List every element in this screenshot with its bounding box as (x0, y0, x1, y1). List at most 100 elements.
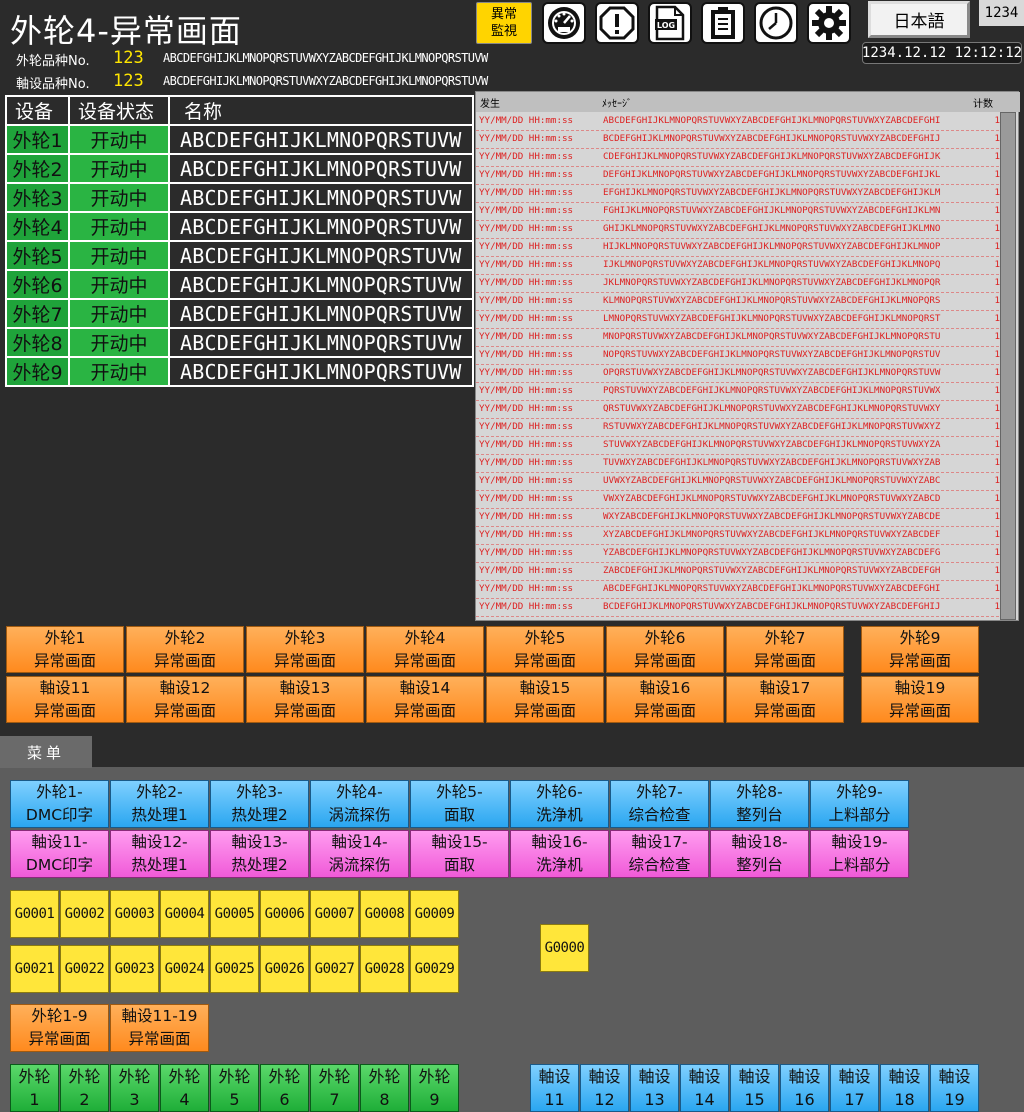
range-abnormal-button[interactable]: 外轮1-9 异常画面 (10, 1004, 109, 1052)
abnormal-screen-button[interactable]: 外轮5 异常画面 (486, 626, 604, 673)
abnormal-screen-button[interactable]: 軸设12 异常画面 (126, 676, 244, 723)
alarm-row[interactable]: YY/MM/DD HH:mm:ss XYZABCDEFGHIJKLMNOPQRST… (476, 526, 1004, 545)
alarm-row[interactable]: YY/MM/DD HH:mm:ss BCDEFGHIJKLMNOPQRSTUVWX… (476, 130, 1004, 149)
alarm-scrollbar[interactable] (1000, 112, 1016, 620)
range-abnormal-button[interactable]: 軸设11-19 异常画面 (110, 1004, 209, 1052)
alarm-row[interactable]: YY/MM/DD HH:mm:ss KLMNOPQRSTUVWXYZABCDEFG… (476, 292, 1004, 311)
abnormal-screen-button[interactable]: 軸设15 异常画面 (486, 676, 604, 723)
g-button[interactable]: G0024 (160, 945, 209, 993)
unit-button[interactable]: 外轮 8 (360, 1064, 409, 1112)
unit-button[interactable]: 外轮 2 (60, 1064, 109, 1112)
g-button[interactable]: G0026 (260, 945, 309, 993)
process-button[interactable]: 外轮4- 涡流探伤 (310, 780, 409, 828)
abnormal-screen-button[interactable]: 外轮6 异常画面 (606, 626, 724, 673)
unit-button[interactable]: 外轮 3 (110, 1064, 159, 1112)
g-button[interactable]: G0025 (210, 945, 259, 993)
unit-button[interactable]: 軸设 19 (930, 1064, 979, 1112)
device-cell[interactable]: 外轮9 (5, 356, 70, 387)
unit-button[interactable]: 外轮 6 (260, 1064, 309, 1112)
g-button[interactable]: G0001 (10, 890, 59, 938)
alarm-row[interactable]: YY/MM/DD HH:mm:ss TUVWXYZABCDEFGHIJKLMNOP… (476, 454, 1004, 473)
alarm-row[interactable]: YY/MM/DD HH:mm:ss LMNOPQRSTUVWXYZABCDEFGH… (476, 310, 1004, 329)
g-button[interactable]: G0004 (160, 890, 209, 938)
device-cell[interactable]: 外轮4 (5, 211, 70, 242)
g-button[interactable]: G0023 (110, 945, 159, 993)
log-icon[interactable]: LOG (648, 2, 692, 44)
abnormal-screen-button[interactable]: 外轮7 异常画面 (726, 626, 844, 673)
gauge-icon[interactable] (542, 2, 586, 44)
abnormal-screen-button[interactable]: 軸设16 异常画面 (606, 676, 724, 723)
process-button[interactable]: 軸设12- 热处理1 (110, 830, 209, 878)
unit-button[interactable]: 軸设 16 (780, 1064, 829, 1112)
g-button[interactable]: G0028 (360, 945, 409, 993)
alarm-row[interactable]: YY/MM/DD HH:mm:ss STUVWXYZABCDEFGHIJKLMNO… (476, 436, 1004, 455)
process-button[interactable]: 軸设13- 热处理2 (210, 830, 309, 878)
alarm-row[interactable]: YY/MM/DD HH:mm:ss WXYZABCDEFGHIJKLMNOPQRS… (476, 508, 1004, 527)
unit-button[interactable]: 軸设 12 (580, 1064, 629, 1112)
g-button[interactable]: G0002 (60, 890, 109, 938)
alarm-row[interactable]: YY/MM/DD HH:mm:ss NOPQRSTUVWXYZABCDEFGHIJ… (476, 346, 1004, 365)
alarm-row[interactable]: YY/MM/DD HH:mm:ss BCDEFGHIJKLMNOPQRSTUVWX… (476, 598, 1004, 617)
unit-button[interactable]: 外轮 1 (10, 1064, 59, 1112)
process-button[interactable]: 軸设15- 面取 (410, 830, 509, 878)
alarm-row[interactable]: YY/MM/DD HH:mm:ss EFGHIJKLMNOPQRSTUVWXYZA… (476, 184, 1004, 203)
g-button[interactable]: G0007 (310, 890, 359, 938)
clipboard-icon[interactable] (701, 2, 745, 44)
alarm-row[interactable]: YY/MM/DD HH:mm:ss DEFGHIJKLMNOPQRSTUVWXYZ… (476, 166, 1004, 185)
g-button[interactable]: G0008 (360, 890, 409, 938)
warning-icon[interactable] (595, 2, 639, 44)
abnormal-screen-button[interactable]: 外轮2 异常画面 (126, 626, 244, 673)
process-button[interactable]: 外轮6- 洗浄机 (510, 780, 609, 828)
device-cell[interactable]: 外轮3 (5, 182, 70, 213)
unit-button[interactable]: 軸设 17 (830, 1064, 879, 1112)
abnormal-screen-button[interactable]: 軸设17 异常画面 (726, 676, 844, 723)
unit-button[interactable]: 軸设 15 (730, 1064, 779, 1112)
alarm-row[interactable]: YY/MM/DD HH:mm:ss ZABCDEFGHIJKLMNOPQRSTUV… (476, 562, 1004, 581)
device-cell[interactable]: 外轮8 (5, 327, 70, 358)
alarm-row[interactable]: YY/MM/DD HH:mm:ss OPQRSTUVWXYZABCDEFGHIJK… (476, 364, 1004, 383)
device-cell[interactable]: 外轮2 (5, 153, 70, 184)
device-cell[interactable]: 外轮7 (5, 298, 70, 329)
g-button-g0000[interactable]: G0000 (540, 924, 589, 972)
abnormal-screen-button[interactable]: 外轮9 异常画面 (861, 626, 979, 673)
unit-button[interactable]: 軸设 18 (880, 1064, 929, 1112)
abnormal-screen-button[interactable]: 軸设14 异常画面 (366, 676, 484, 723)
unit-button[interactable]: 外轮 5 (210, 1064, 259, 1112)
process-button[interactable]: 外轮7- 综合检查 (610, 780, 709, 828)
alarm-row[interactable]: YY/MM/DD HH:mm:ss MNOPQRSTUVWXYZABCDEFGHI… (476, 328, 1004, 347)
alarm-row[interactable]: YY/MM/DD HH:mm:ss CDEFGHIJKLMNOPQRSTUVWXY… (476, 148, 1004, 167)
process-button[interactable]: 軸设16- 洗浄机 (510, 830, 609, 878)
alarm-row[interactable]: YY/MM/DD HH:mm:ss GHIJKLMNOPQRSTUVWXYZABC… (476, 220, 1004, 239)
device-cell[interactable]: 外轮5 (5, 240, 70, 271)
unit-button[interactable]: 外轮 7 (310, 1064, 359, 1112)
abnormal-screen-button[interactable]: 外轮1 异常画面 (6, 626, 124, 673)
gear-icon[interactable] (807, 2, 851, 44)
alarm-row[interactable]: YY/MM/DD HH:mm:ss QRSTUVWXYZABCDEFGHIJKLM… (476, 400, 1004, 419)
alarm-row[interactable]: YY/MM/DD HH:mm:ss JKLMNOPQRSTUVWXYZABCDEF… (476, 274, 1004, 293)
unit-button[interactable]: 軸设 13 (630, 1064, 679, 1112)
abnormal-screen-button[interactable]: 軸设11 异常画面 (6, 676, 124, 723)
device-cell[interactable]: 外轮1 (5, 124, 70, 155)
g-button[interactable]: G0003 (110, 890, 159, 938)
alarm-row[interactable]: YY/MM/DD HH:mm:ss IJKLMNOPQRSTUVWXYZABCDE… (476, 256, 1004, 275)
abnormal-screen-button[interactable]: 外轮4 异常画面 (366, 626, 484, 673)
language-button[interactable]: 日本語 (868, 1, 970, 38)
process-button[interactable]: 軸设11- DMC印字 (10, 830, 109, 878)
g-button[interactable]: G0027 (310, 945, 359, 993)
process-button[interactable]: 外轮9- 上料部分 (810, 780, 909, 828)
clock-icon[interactable] (754, 2, 798, 44)
abnormal-screen-button[interactable]: 軸设13 异常画面 (246, 676, 364, 723)
process-button[interactable]: 軸设19- 上料部分 (810, 830, 909, 878)
alarm-row[interactable]: YY/MM/DD HH:mm:ss ABCDEFGHIJKLMNOPQRSTUVW… (476, 112, 1004, 131)
process-button[interactable]: 軸设14- 涡流探伤 (310, 830, 409, 878)
alarm-row[interactable]: YY/MM/DD HH:mm:ss UVWXYZABCDEFGHIJKLMNOPQ… (476, 472, 1004, 491)
g-button[interactable]: G0006 (260, 890, 309, 938)
g-button[interactable]: G0022 (60, 945, 109, 993)
abnormal-screen-button[interactable]: 軸设19 异常画面 (861, 676, 979, 723)
process-button[interactable]: 外轮3- 热处理2 (210, 780, 309, 828)
alarm-row[interactable]: YY/MM/DD HH:mm:ss FGHIJKLMNOPQRSTUVWXYZAB… (476, 202, 1004, 221)
process-button[interactable]: 外轮1- DMC印字 (10, 780, 109, 828)
g-button[interactable]: G0005 (210, 890, 259, 938)
alarm-row[interactable]: YY/MM/DD HH:mm:ss RSTUVWXYZABCDEFGHIJKLMN… (476, 418, 1004, 437)
unit-button[interactable]: 外轮 9 (410, 1064, 459, 1112)
